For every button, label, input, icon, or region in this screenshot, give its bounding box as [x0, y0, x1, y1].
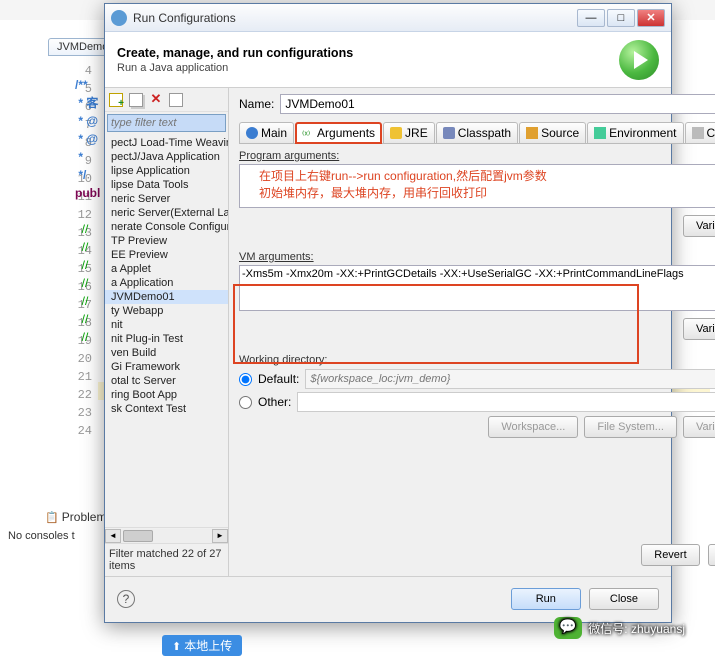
tree-item[interactable]: a Application [105, 276, 228, 290]
filesystem-button[interactable]: File System... [584, 416, 677, 438]
dialog-icon [111, 10, 127, 26]
vm-variables-button[interactable]: Variables... [683, 318, 715, 340]
code-area[interactable]: /** * 客 * @ * @ * */ publ // // // // //… [75, 58, 100, 346]
classpath-icon [443, 127, 455, 139]
other-radio[interactable] [239, 396, 252, 409]
maximize-button[interactable]: □ [607, 9, 635, 27]
scroll-left-icon[interactable]: ◄ [105, 529, 121, 543]
other-dir-input[interactable] [297, 392, 715, 412]
tree-item[interactable]: lipse Data Tools [105, 178, 228, 192]
default-label: Default: [258, 372, 299, 386]
run-icon [619, 40, 659, 80]
tree-toolbar: ✕ [105, 88, 228, 112]
filter-icon[interactable] [169, 93, 183, 107]
tree-item[interactable]: EE Preview [105, 248, 228, 262]
revert-button[interactable]: Revert [641, 544, 699, 566]
run-config-dialog: Run Configurations — □ ✕ Create, manage,… [104, 3, 672, 623]
vm-args-input[interactable]: -Xms5m -Xmx20m -XX:+PrintGCDetails -XX:+… [239, 265, 715, 311]
close-button[interactable]: Close [589, 588, 659, 610]
window-close-button[interactable]: ✕ [637, 9, 665, 27]
default-radio[interactable] [239, 373, 252, 386]
tab-environment[interactable]: Environment [587, 122, 683, 143]
no-console-text: No consoles t [8, 530, 75, 542]
titlebar[interactable]: Run Configurations — □ ✕ [105, 4, 671, 32]
dialog-title: Run Configurations [133, 11, 575, 25]
right-panel: Name: Main Arguments JRE Classpath Sourc… [229, 88, 715, 576]
header-title: Create, manage, and run configurations [117, 46, 619, 60]
scroll-right-icon[interactable]: ► [212, 529, 228, 543]
tree-item[interactable]: ven Build [105, 346, 228, 360]
tree-item[interactable]: pectJ/Java Application [105, 150, 228, 164]
config-tabs: Main Arguments JRE Classpath Source Envi… [239, 120, 715, 144]
tab-arguments[interactable]: Arguments [295, 122, 382, 144]
tree-item[interactable]: ty Webapp [105, 304, 228, 318]
tree-item[interactable]: TP Preview [105, 234, 228, 248]
tab-main[interactable]: Main [239, 122, 294, 143]
environment-icon [594, 127, 606, 139]
tab-source[interactable]: Source [519, 122, 586, 143]
tree-item[interactable]: a Applet [105, 262, 228, 276]
default-dir-input [305, 369, 715, 389]
dialog-footer: ? Run Close [105, 576, 671, 620]
name-input[interactable] [280, 94, 715, 114]
tree-item[interactable]: lipse Application [105, 164, 228, 178]
workspace-button[interactable]: Workspace... [488, 416, 578, 438]
tree-item[interactable]: neric Server [105, 192, 228, 206]
tab-classpath[interactable]: Classpath [436, 122, 518, 143]
minimize-button[interactable]: — [577, 9, 605, 27]
scroll-thumb[interactable] [123, 530, 153, 542]
tab-jre[interactable]: JRE [383, 122, 435, 143]
header-subtitle: Run a Java application [117, 62, 619, 74]
tree-item[interactable]: nit [105, 318, 228, 332]
common-icon [692, 127, 704, 139]
dialog-header: Create, manage, and run configurations R… [105, 32, 671, 88]
left-panel: ✕ pectJ Load-Time WeavingpectJ/Java Appl… [105, 88, 229, 576]
other-label: Other: [258, 395, 291, 409]
tab-common[interactable]: Common [685, 122, 715, 143]
vm-args-label: VM arguments: [239, 251, 715, 263]
working-dir-label: Working directory: [239, 354, 715, 366]
problems-tab[interactable]: 📋 Problems [45, 510, 112, 524]
wd-variables-button[interactable]: Variables... [683, 416, 715, 438]
new-icon[interactable] [109, 93, 123, 107]
help-icon[interactable]: ? [117, 590, 135, 608]
run-button[interactable]: Run [511, 588, 581, 610]
main-icon [246, 127, 258, 139]
tree-item[interactable]: neric Server(External Launc [105, 206, 228, 220]
duplicate-icon[interactable] [129, 93, 143, 107]
tree-item[interactable]: nit Plug-in Test [105, 332, 228, 346]
tree-item[interactable]: JVMDemo01 [105, 290, 228, 304]
tree-item[interactable]: nerate Console Configurat [105, 220, 228, 234]
tree-item[interactable]: otal tc Server [105, 374, 228, 388]
jre-icon [390, 127, 402, 139]
tree-item[interactable]: sk Context Test [105, 402, 228, 416]
source-icon [526, 127, 538, 139]
name-label: Name: [239, 97, 274, 111]
delete-icon[interactable]: ✕ [149, 93, 163, 107]
tree-item[interactable]: Gi Framework [105, 360, 228, 374]
horizontal-scrollbar[interactable]: ◄ ► [105, 527, 228, 543]
tree-item[interactable]: ring Boot App [105, 388, 228, 402]
tree-item[interactable]: pectJ Load-Time Weaving [105, 136, 228, 150]
filter-count: Filter matched 22 of 27 items [105, 543, 228, 576]
wechat-icon [554, 617, 582, 639]
annotation-text: 在项目上右键run-->run configuration,然后配置jvm参数 … [259, 168, 547, 202]
apply-button[interactable]: Apply [708, 544, 715, 566]
arguments-icon [302, 127, 314, 139]
config-tree[interactable]: pectJ Load-Time WeavingpectJ/Java Applic… [105, 134, 228, 527]
watermark: 微信号: zhuyuansj [554, 617, 685, 639]
upload-button[interactable]: ⬆ 本地上传 [162, 635, 242, 656]
program-args-label: Program arguments: [239, 150, 715, 162]
filter-input[interactable] [107, 114, 226, 132]
program-variables-button[interactable]: Variables... [683, 215, 715, 237]
